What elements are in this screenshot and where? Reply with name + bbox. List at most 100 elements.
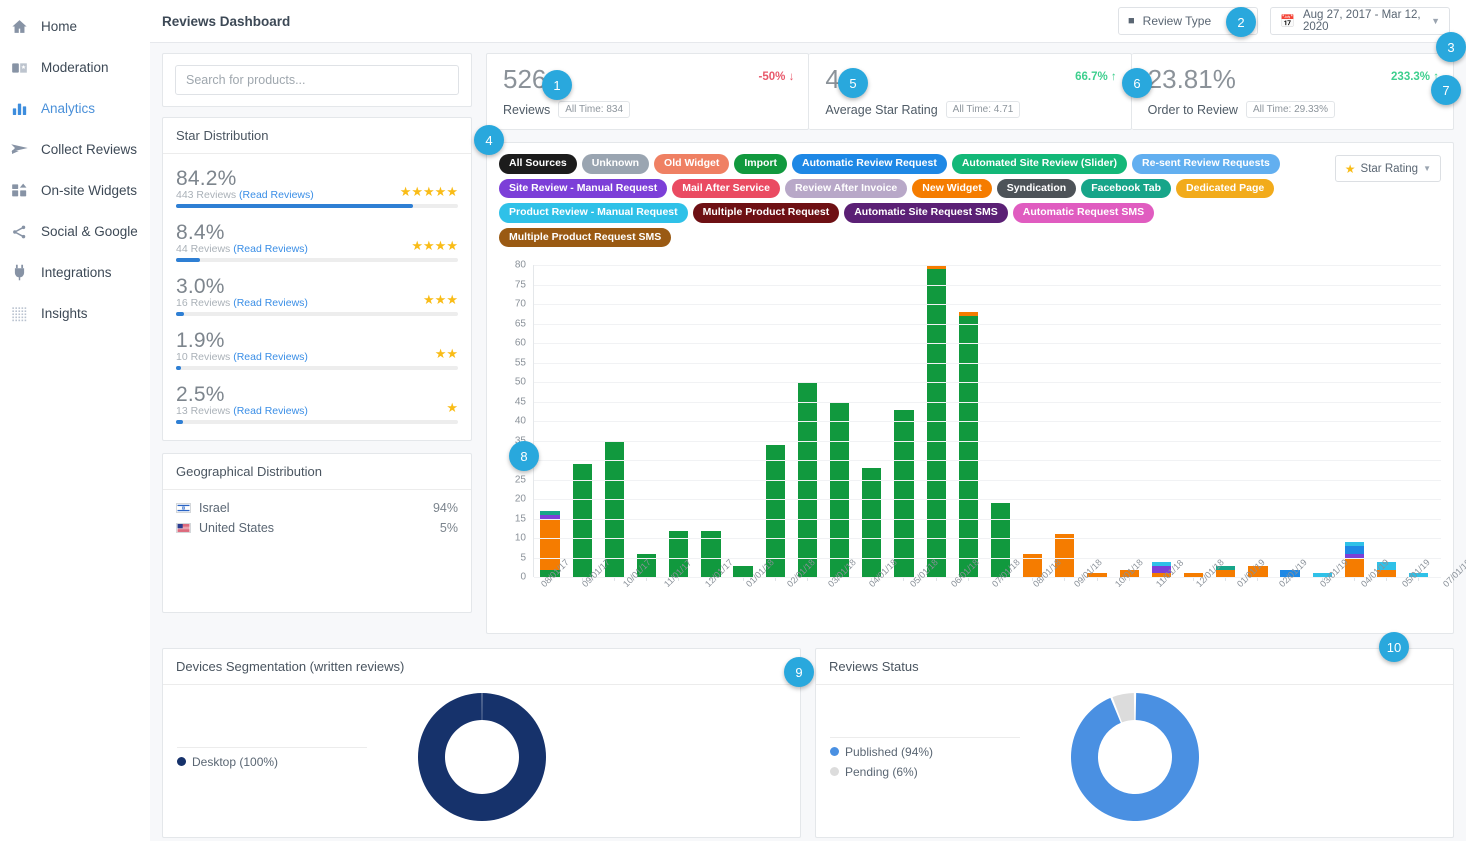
source-tag[interactable]: Automatic Review Request xyxy=(792,154,947,174)
y-axis-tick-label: 15 xyxy=(500,513,526,524)
star-distribution-row: 84.2%443 Reviews (Read Reviews)★★★★★ xyxy=(176,160,458,214)
source-tag[interactable]: Site Review - Manual Request xyxy=(499,179,667,199)
sidebar-item-collect-reviews[interactable]: Collect Reviews xyxy=(0,129,150,170)
source-tag[interactable]: All Sources xyxy=(499,154,577,174)
source-tag[interactable]: Multiple Product Request xyxy=(693,203,840,223)
annotation-bubble-7: 7 xyxy=(1431,75,1461,105)
x-label-slot: 12/01/18 xyxy=(1188,579,1229,625)
x-label-slot: 02/01/18 xyxy=(779,579,820,625)
sidebar-item-home[interactable]: Home xyxy=(0,6,150,47)
left-column: Star Distribution 84.2%443 Reviews (Read… xyxy=(162,53,472,613)
grid-line xyxy=(534,304,1441,305)
sidebar-item-label: Insights xyxy=(41,306,88,321)
y-axis-tick-label: 60 xyxy=(500,338,526,349)
read-reviews-link[interactable]: (Read Reviews) xyxy=(239,189,314,201)
sidebar-item-label: Integrations xyxy=(41,265,112,280)
kpi-label: Reviews xyxy=(503,103,550,117)
stacked-bar xyxy=(862,468,881,577)
source-tag[interactable]: Old Widget xyxy=(654,154,729,174)
grid-line xyxy=(534,480,1441,481)
grid-line xyxy=(534,538,1441,539)
sidebar-item-on-site-widgets[interactable]: On-site Widgets xyxy=(0,170,150,211)
flag-israel xyxy=(176,503,191,513)
star-rating-filter-button[interactable]: ★ Star Rating ▼ xyxy=(1335,155,1441,182)
devices-segmentation-card: Devices Segmentation (written reviews) D… xyxy=(162,648,801,838)
star-row-bar-fill xyxy=(176,312,184,316)
reviews-status-title: Reviews Status xyxy=(816,649,1453,685)
x-label-slot: 03/01/19 xyxy=(1312,579,1353,625)
devices-legend: Desktop (100%) xyxy=(177,747,367,772)
bar-segment xyxy=(540,519,559,570)
star-distribution-title: Star Distribution xyxy=(163,118,471,154)
kpi-alltime-chip: All Time: 4.71 xyxy=(946,101,1021,118)
reviews-status-donut-body: Published (94%)Pending (6%) xyxy=(816,685,1453,833)
sidebar-item-label: Collect Reviews xyxy=(41,142,137,157)
sidebar-item-label: On-site Widgets xyxy=(41,183,137,198)
date-range-picker[interactable]: 📅 Aug 27, 2017 - Mar 12, 2020 ▼ xyxy=(1270,7,1450,35)
source-tag[interactable]: Facebook Tab xyxy=(1081,179,1171,199)
source-tag[interactable]: Dedicated Page xyxy=(1176,179,1274,199)
search-input[interactable] xyxy=(175,65,459,95)
source-tag[interactable]: New Widget xyxy=(912,179,991,199)
chevron-down-icon: ▼ xyxy=(1431,16,1440,26)
star-row-bar-fill xyxy=(176,204,413,208)
calendar-icon: 📅 xyxy=(1280,14,1295,28)
read-reviews-link[interactable]: (Read Reviews) xyxy=(233,405,308,417)
y-axis-tick-label: 50 xyxy=(500,377,526,388)
bar-segment xyxy=(862,468,881,577)
grid-line xyxy=(534,421,1441,422)
x-label-slot: 09/01/18 xyxy=(1066,579,1107,625)
legend-item[interactable]: Published (94%) xyxy=(830,742,1020,762)
x-label-slot: 01/01/18 xyxy=(738,579,779,625)
sidebar-item-analytics[interactable]: Analytics xyxy=(0,88,150,129)
star-distribution-row: 8.4%44 Reviews (Read Reviews)★★★★ xyxy=(176,214,458,268)
reviews-status-legend: Published (94%)Pending (6%) xyxy=(830,737,1020,782)
kpi-delta: -50% ↓ xyxy=(759,71,795,83)
source-tag[interactable]: Review After Invoice xyxy=(785,179,907,199)
source-tag[interactable]: Syndication xyxy=(997,179,1077,199)
source-tag[interactable]: Automatic Request SMS xyxy=(1013,203,1154,223)
source-tag[interactable]: Import xyxy=(734,154,787,174)
legend-item[interactable]: Desktop (100%) xyxy=(177,752,367,772)
sidebar-item-insights[interactable]: Insights xyxy=(0,293,150,334)
source-tag[interactable]: Mail After Service xyxy=(672,179,780,199)
x-label-slot: 08/01/17 xyxy=(533,579,574,625)
kpi-alltime-chip: All Time: 834 xyxy=(558,101,630,118)
star-icons: ★★★ xyxy=(423,292,458,308)
sidebar-item-integrations[interactable]: Integrations xyxy=(0,252,150,293)
x-label-slot: 11/01/17 xyxy=(656,579,696,625)
kpi-card: 23.81%Order to ReviewAll Time: 29.33%233… xyxy=(1132,53,1454,130)
read-reviews-link[interactable]: (Read Reviews) xyxy=(233,243,308,255)
bar-segment xyxy=(927,269,946,577)
source-tag[interactable]: Automatic Site Request SMS xyxy=(844,203,1008,223)
legend-item[interactable]: Pending (6%) xyxy=(830,762,1020,782)
product-search-card xyxy=(162,53,472,107)
grid-line xyxy=(534,460,1441,461)
read-reviews-link[interactable]: (Read Reviews) xyxy=(233,297,308,309)
grid-line xyxy=(534,363,1441,364)
bar-segment xyxy=(894,410,913,578)
source-tag[interactable]: Product Review - Manual Request xyxy=(499,203,688,223)
sidebar-item-social-google[interactable]: Social & Google xyxy=(0,211,150,252)
bar-chart-plot-area: 05101520253035404550556065707580 xyxy=(533,265,1441,577)
x-label-slot: 01/01/19 xyxy=(1229,579,1270,625)
content-row-top: Star Distribution 84.2%443 Reviews (Read… xyxy=(162,53,1454,634)
grid-line xyxy=(534,499,1441,500)
kpi-footer: Reviews All Time: 834 xyxy=(503,101,792,118)
x-label-slot: 04/01/19 xyxy=(1353,579,1394,625)
legend-color-dot xyxy=(830,747,839,756)
kpi-label: Average Star Rating xyxy=(825,103,937,117)
source-tag[interactable]: Re-sent Review Requests xyxy=(1132,154,1280,174)
sidebar-item-moderation[interactable]: Moderation xyxy=(0,47,150,88)
read-reviews-link[interactable]: (Read Reviews) xyxy=(233,351,308,363)
star-row-subtext: 10 Reviews (Read Reviews) xyxy=(176,351,458,363)
source-tag[interactable]: Multiple Product Request SMS xyxy=(499,228,671,248)
x-label-slot: 11/01/18 xyxy=(1148,579,1188,625)
star-row-bar-fill xyxy=(176,258,200,262)
source-tag[interactable]: Automated Site Review (Slider) xyxy=(952,154,1127,174)
legend-divider xyxy=(830,737,1020,738)
geo-country: United States xyxy=(199,521,274,535)
source-tag[interactable]: Unknown xyxy=(582,154,649,174)
star-row-bar-track xyxy=(176,366,458,370)
reviews-by-source-chart-card: All SourcesUnknownOld WidgetImportAutoma… xyxy=(486,142,1454,634)
